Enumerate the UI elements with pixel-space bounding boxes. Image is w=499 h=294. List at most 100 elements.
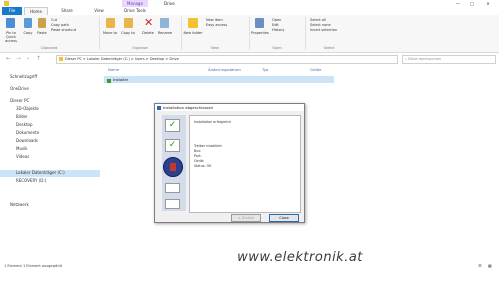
history-button[interactable]: History (272, 28, 302, 32)
copy-to-button[interactable]: Copy to (120, 31, 136, 35)
cut-button[interactable]: Cut (51, 18, 91, 22)
up-arrow-icon[interactable]: ↑ (36, 55, 41, 62)
folder-icon (4, 1, 9, 6)
pin-icon[interactable] (6, 18, 15, 28)
tab-share[interactable]: Share (50, 7, 84, 15)
new-folder-icon[interactable] (188, 18, 198, 28)
delete-icon[interactable]: ✕ (144, 17, 153, 28)
nav-item-this-pc[interactable]: Dieser PC (10, 98, 29, 104)
nav-item-network[interactable]: Netzwerk (10, 202, 29, 208)
back-arrow-icon[interactable]: ← (6, 55, 11, 62)
address-path: Dieser PC > Lokaler Datenträger (C:) > U… (65, 57, 179, 61)
installation-dialog: Installation abgeschlossen ✓ ✓ Installat… (154, 103, 305, 223)
copy-icon[interactable] (24, 18, 32, 28)
copy-path-button[interactable]: Copy path (51, 23, 91, 27)
properties-button[interactable]: Properties (250, 31, 270, 35)
easy-access-button[interactable]: Easy access (206, 23, 246, 27)
details-view-icon[interactable]: ☰ (478, 262, 482, 270)
status-text: 1 Element 1 Element ausgewählt (4, 264, 63, 268)
nav-item-3d-objects[interactable]: 3D-Objekte (16, 106, 39, 112)
forward-arrow-icon[interactable]: → (16, 55, 21, 62)
select-none-button[interactable]: Select none (310, 23, 350, 27)
compass-needle-icon (170, 163, 176, 171)
column-size[interactable]: Größe (310, 67, 321, 72)
application-icon (107, 78, 111, 83)
column-date[interactable]: Änderungsdatum (208, 67, 241, 72)
nav-item-quick-access[interactable]: Schnellzugriff (10, 74, 37, 80)
tiles-view-icon[interactable]: ▦ (488, 262, 492, 270)
group-organize: Organize (132, 46, 148, 50)
checkmark-icon: ✓ (165, 119, 180, 132)
rename-button[interactable]: Rename (155, 31, 175, 35)
nav-item-videos[interactable]: Videos (16, 154, 29, 160)
paste-button[interactable]: Paste (35, 31, 49, 35)
folder-icon (59, 57, 63, 61)
dialog-line: Treiber installiert (194, 144, 222, 148)
column-name[interactable]: Name (108, 67, 119, 72)
move-icon[interactable] (106, 18, 115, 28)
invert-selection-button[interactable]: Invert selection (310, 28, 350, 32)
column-type[interactable]: Typ (262, 67, 268, 72)
group-select: Select (323, 46, 335, 50)
paste-shortcut-button[interactable]: Paste shortcut (51, 28, 91, 32)
close-button[interactable]: ✕ (481, 0, 495, 7)
move-to-button[interactable]: Move to (102, 31, 118, 35)
navigation-pane: Schnellzugriff OneDrive Dieser PC 3D-Obj… (0, 66, 100, 266)
watermark: www.elektronik.at (237, 250, 363, 265)
tab-drive-tools[interactable]: Drive Tools (114, 7, 156, 15)
pin-button[interactable]: Pin to Quick access (1, 31, 21, 43)
recent-chevron-icon[interactable]: ⌄ (26, 55, 30, 61)
group-new: New (211, 46, 219, 50)
dialog-info-panel: Installation erfolgreich Treiber install… (189, 115, 301, 213)
checkmark-icon: ✓ (165, 139, 180, 152)
tool-tab-label[interactable]: Manage (122, 0, 148, 7)
compass-icon (163, 157, 183, 177)
window-icon (165, 183, 180, 193)
window-title: Drive (164, 1, 175, 6)
nav-item-recovery[interactable]: RECOVERY (D:) (16, 178, 46, 184)
open-button[interactable]: Open (272, 18, 302, 22)
dialog-line: Gerät: (194, 159, 205, 163)
nav-item-downloads[interactable]: Downloads (16, 138, 38, 144)
maximize-button[interactable]: □ (466, 0, 478, 7)
edit-button[interactable]: Edit (272, 23, 302, 27)
nav-item-music[interactable]: Musik (16, 146, 28, 152)
new-folder-button[interactable]: New folder (183, 31, 203, 35)
new-item-button[interactable]: New item (206, 18, 246, 22)
paste-icon[interactable] (38, 18, 46, 28)
close-dialog-button[interactable]: Close (269, 214, 299, 222)
search-input[interactable]: ⌕ Drive durchsuchen (402, 55, 496, 64)
group-open: Open (272, 46, 282, 50)
nav-item-pictures[interactable]: Bilder (16, 114, 28, 120)
dialog-line: Port: (194, 154, 202, 158)
group-clipboard: Clipboard (40, 46, 58, 50)
ribbon: Pin to Quick access Copy Paste Cut Copy … (0, 15, 499, 53)
search-placeholder: Drive durchsuchen (408, 57, 442, 61)
title-bar: Manage Drive — □ ✕ (0, 0, 499, 7)
dialog-line: Installation erfolgreich (194, 120, 232, 124)
select-all-button[interactable]: Select all (310, 18, 350, 22)
nav-item-desktop[interactable]: Desktop (16, 122, 33, 128)
rename-icon[interactable] (160, 18, 169, 28)
nav-item-documents[interactable]: Dokumente (16, 130, 39, 136)
address-input[interactable]: Dieser PC > Lokaler Datenträger (C:) > U… (56, 55, 398, 64)
nav-item-onedrive[interactable]: OneDrive (10, 86, 29, 92)
copy-to-icon[interactable] (124, 18, 133, 28)
dialog-title: Installation abgeschlossen (163, 105, 214, 110)
dialog-title-bar: Installation abgeschlossen (155, 104, 304, 111)
tab-view[interactable]: View (88, 7, 110, 15)
dialog-side-panel: ✓ ✓ (162, 115, 186, 211)
window-icon (165, 199, 180, 209)
minimize-button[interactable]: — (452, 0, 464, 7)
tab-file[interactable]: File (2, 7, 22, 15)
search-icon: ⌕ (405, 57, 407, 61)
file-row[interactable]: Installer (104, 76, 334, 83)
file-name: Installer (113, 77, 129, 82)
dialog-line: Status: OK (194, 164, 212, 168)
properties-icon[interactable] (255, 18, 264, 28)
dialog-app-icon (157, 106, 161, 110)
nav-item-local-disk[interactable]: Lokaler Datenträger (C:) (16, 170, 65, 176)
dialog-line: Bus: (194, 149, 202, 153)
back-button[interactable]: < Zurück (231, 214, 261, 222)
copy-button[interactable]: Copy (21, 31, 35, 35)
